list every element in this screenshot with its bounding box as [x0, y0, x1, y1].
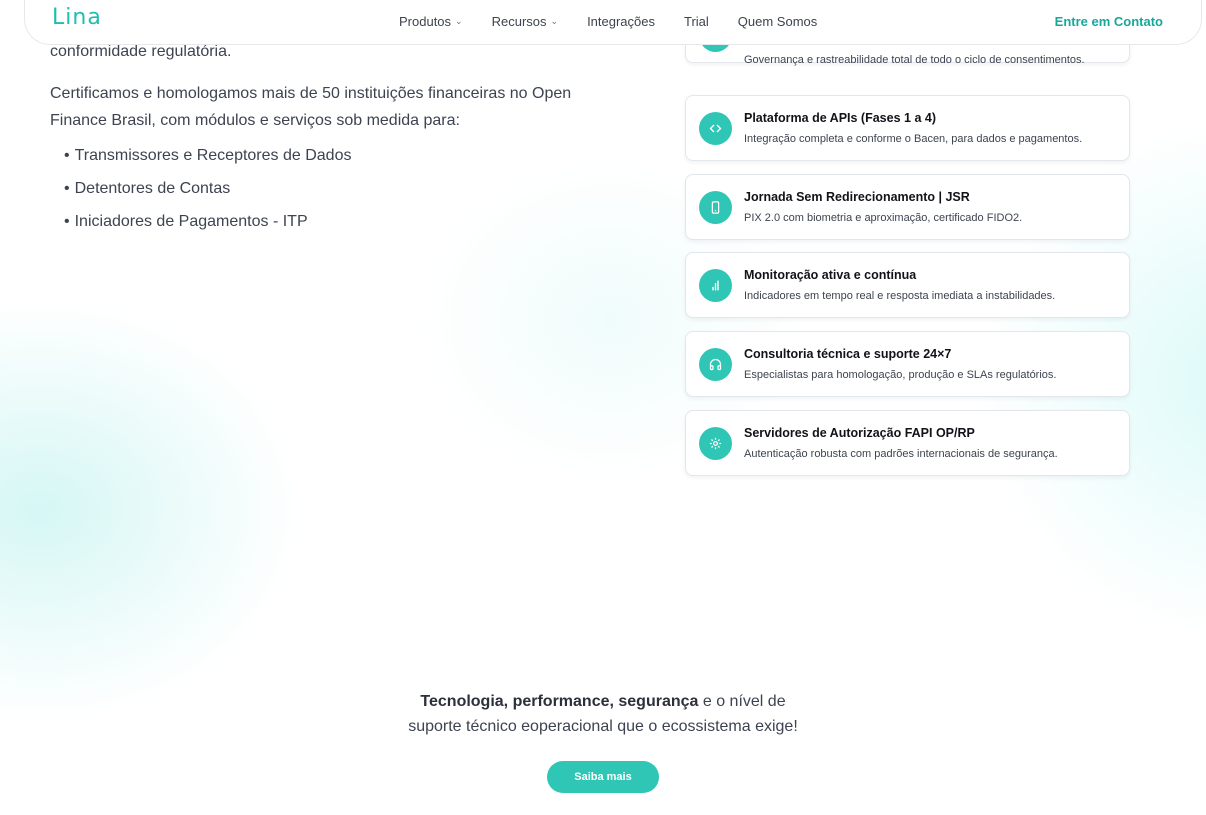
code-icon [699, 112, 732, 145]
lina-logo[interactable]: Lina [52, 5, 102, 30]
regulatory-text: conformidade regulatória. [50, 43, 232, 60]
nav-item-integracoes[interactable]: Integrações [587, 14, 655, 29]
feature-card-jsr: Jornada Sem Redirecionamento | JSR PIX 2… [685, 174, 1130, 240]
card-desc: Integração completa e conforme o Bacen, … [744, 133, 1083, 145]
feature-card-monitoring: Monitoração ativa e contínua Indicadores… [685, 252, 1130, 318]
card-desc: Autenticação robusta com padrões interna… [744, 448, 1058, 460]
top-navbar: Lina Produtos ⌄ Recursos ⌄ Integrações T… [24, 0, 1202, 45]
gear-icon [699, 427, 732, 460]
card-title: Consultoria técnica e suporte 24×7 [744, 347, 952, 361]
nav-item-recursos[interactable]: Recursos ⌄ [492, 14, 558, 29]
closing-section: Tecnologia, performance, segurança e o n… [0, 689, 1206, 793]
card-desc: Especialistas para homologação, produção… [744, 369, 1057, 381]
card-title: Plataforma de APIs (Fases 1 a 4) [744, 111, 936, 125]
chevron-down-icon: ⌄ [550, 16, 559, 26]
intro-section: conformidade regulatória. Certificamos e… [50, 42, 580, 245]
nav-item-trial[interactable]: Trial [684, 14, 709, 29]
feature-card-fapi: Servidores de Autorização FAPI OP/RP Aut… [685, 410, 1130, 476]
smartphone-icon [699, 191, 732, 224]
headphones-icon [699, 348, 732, 381]
audience-list: • Transmissores e Receptores de Dados • De… [50, 146, 580, 232]
card-desc: Governança e rastreabilidade total de to… [744, 54, 1085, 66]
saiba-mais-button[interactable]: Saiba mais [547, 761, 659, 793]
closing-line-1: Tecnologia, performance, segurança e o n… [420, 693, 786, 710]
contact-link[interactable]: Entre em Contato [1055, 14, 1163, 29]
bar-chart-icon [699, 269, 732, 302]
list-item: • Detentores de Contas [64, 180, 231, 197]
chevron-down-icon: ⌄ [455, 16, 463, 26]
list-item: • Iniciadores de Pagamentos - ITP [64, 213, 308, 230]
card-desc: Indicadores em tempo real e resposta ime… [744, 290, 1056, 302]
feature-card-support: Consultoria técnica e suporte 24×7 Espec… [685, 331, 1130, 397]
card-desc: PIX 2.0 com biometria e aproximação, cer… [744, 212, 1023, 224]
card-title: Jornada Sem Redirecionamento | JSR [744, 190, 970, 204]
nav-item-produtos[interactable]: Produtos ⌄ [399, 14, 463, 29]
feature-card-apis: Plataforma de APIs (Fases 1 a 4) Integra… [685, 95, 1130, 161]
closing-line-2: suporte técnico eoperacional que o ecoss… [408, 718, 798, 735]
nav-item-quem-somos[interactable]: Quem Somos [738, 14, 817, 29]
list-item: • Transmissores e Receptores de Dados [64, 147, 352, 164]
nav-links: Produtos ⌄ Recursos ⌄ Integrações Trial … [399, 14, 846, 29]
certification-text: Certificamos e homologamos mais de 50 in… [50, 85, 572, 129]
card-title: Monitoração ativa e contínua [744, 268, 917, 282]
card-title: Servidores de Autorização FAPI OP/RP [744, 426, 975, 440]
